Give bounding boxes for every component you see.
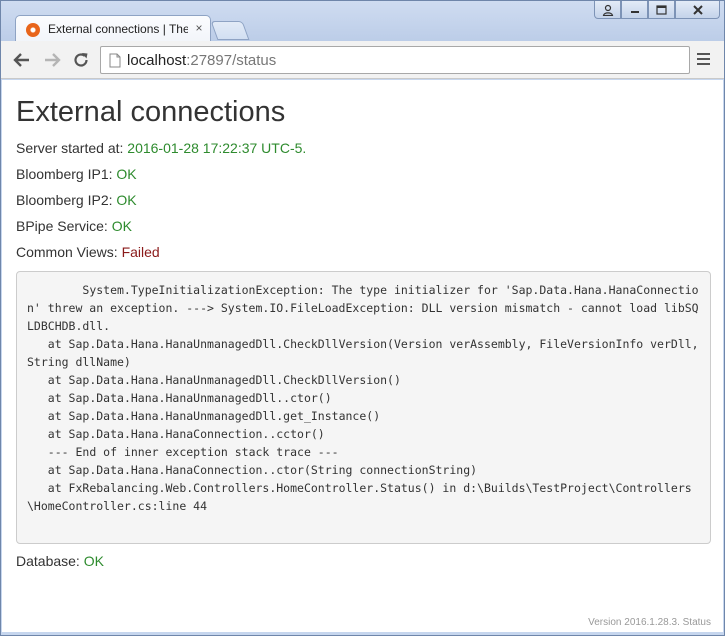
tab-title: External connections | The: [48, 22, 188, 36]
browser-toolbar: localhost:27897/status: [1, 41, 724, 79]
address-bar[interactable]: localhost:27897/status: [100, 46, 690, 74]
page-title: External connections: [16, 96, 286, 128]
server-started-label: Server started at:: [16, 140, 124, 156]
bloomberg-ip1-status: OK: [116, 166, 137, 182]
bloomberg-ip1-label: Bloomberg IP1:: [16, 166, 113, 182]
error-trace-box: System.TypeInitializationException: The …: [16, 271, 711, 544]
database-label: Database:: [16, 553, 80, 569]
server-started-value: 2016-01-28 17:22:37 UTC-5.: [127, 140, 307, 156]
bpipe-label: BPipe Service:: [16, 218, 108, 234]
bloomberg-ip2-label: Bloomberg IP2:: [16, 192, 113, 208]
close-icon: [692, 4, 703, 15]
user-icon: [602, 4, 613, 16]
common-views-line: Common Views: Failed: [16, 244, 160, 260]
url-path: :27897/status: [186, 52, 277, 69]
browser-tab[interactable]: External connections | The ×: [15, 15, 211, 42]
bpipe-status: OK: [111, 218, 132, 234]
favicon-icon: [26, 23, 40, 37]
title-bar: External connections | The ×: [1, 1, 724, 42]
tab-close-icon[interactable]: ×: [192, 21, 206, 35]
restore-icon: [656, 4, 667, 15]
page-icon: [109, 53, 121, 68]
close-window-button[interactable]: [675, 1, 720, 19]
back-arrow-icon: [13, 53, 29, 67]
page-content: External connections Server started at: …: [2, 80, 723, 632]
bloomberg-ip2-line: Bloomberg IP2: OK: [16, 192, 137, 208]
bloomberg-ip2-status: OK: [116, 192, 137, 208]
back-button[interactable]: [12, 50, 32, 70]
reload-button[interactable]: [71, 50, 91, 70]
reload-icon: [74, 53, 88, 67]
common-views-status: Failed: [121, 244, 160, 260]
user-profile-button[interactable]: [594, 1, 621, 19]
version-footer: Version 2016.1.28.3. Status: [588, 617, 711, 628]
error-trace: System.TypeInitializationException: The …: [27, 283, 699, 513]
database-line: Database: OK: [16, 553, 104, 569]
url-host: localhost: [127, 52, 187, 69]
forward-arrow-icon: [45, 53, 61, 67]
new-tab-button[interactable]: [210, 21, 250, 40]
minimize-icon: [630, 10, 639, 13]
restore-button[interactable]: [648, 1, 675, 19]
browser-window: External connections | The × localhost:2…: [0, 0, 725, 636]
bloomberg-ip1-line: Bloomberg IP1: OK: [16, 166, 137, 182]
common-views-label: Common Views:: [16, 244, 118, 260]
forward-button[interactable]: [42, 50, 62, 70]
bpipe-line: BPipe Service: OK: [16, 218, 132, 234]
minimize-button[interactable]: [621, 1, 648, 19]
window-controls: [594, 1, 720, 19]
server-started-line: Server started at: 2016-01-28 17:22:37 U…: [16, 140, 306, 156]
url-text: localhost:27897/status: [127, 52, 276, 69]
database-status: OK: [83, 553, 104, 569]
chrome-menu-button[interactable]: [695, 51, 713, 69]
